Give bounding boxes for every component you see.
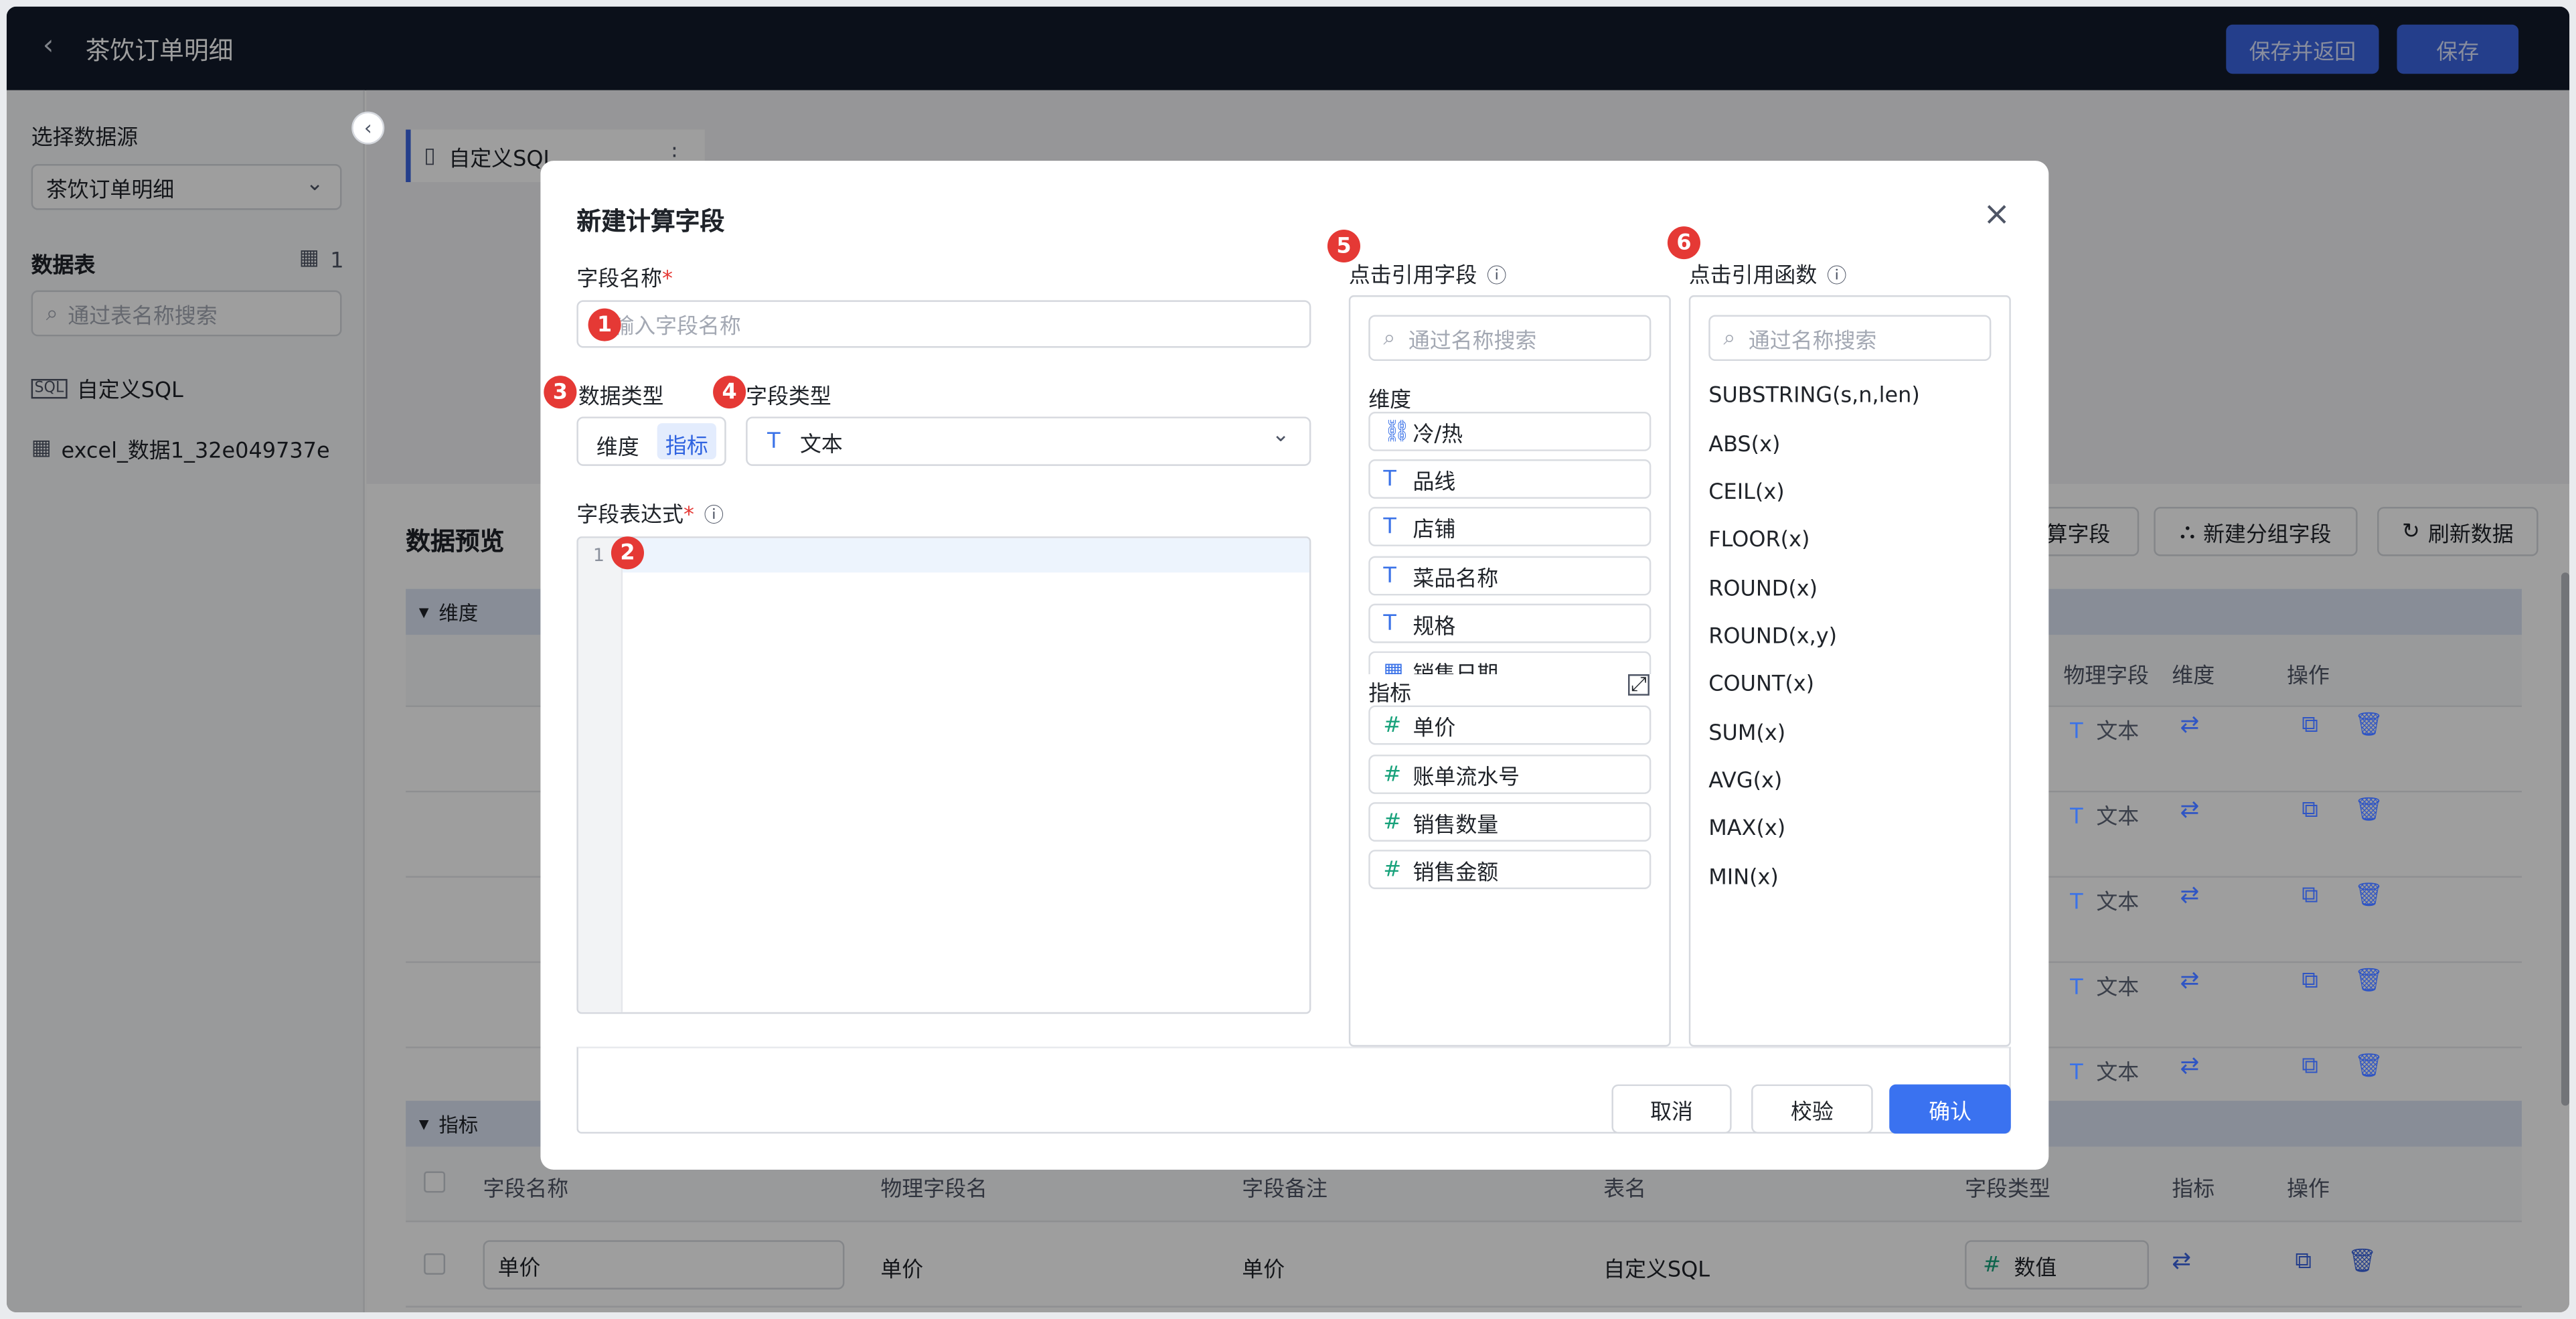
func-item[interactable]: SUBSTRING(s,n,len)	[1708, 384, 1920, 408]
number-icon: #	[1383, 762, 1402, 787]
expr-label: 字段表达式* ⓘ	[576, 503, 724, 528]
func-item[interactable]: ROUND(x)	[1708, 577, 1818, 602]
step-badge-5: 5	[1327, 230, 1360, 263]
field-name-label: 字段名称*	[576, 267, 673, 293]
ref-field-sales-date-clip: ▦ 销售日期	[1368, 651, 1652, 675]
ref-fields-search[interactable]: ⌕ 通过名称搜索	[1368, 315, 1652, 362]
expression-editor[interactable]: 1	[576, 536, 1311, 1014]
data-type-option-metric[interactable]: 指标	[657, 423, 717, 460]
number-icon: #	[1383, 712, 1402, 738]
expand-icon[interactable]: ⤢	[1628, 674, 1649, 696]
field-type-label: 字段类型	[746, 385, 831, 410]
ref-field-unit-price[interactable]: # 单价	[1368, 705, 1652, 745]
ref-field-label: 账单流水号	[1413, 765, 1520, 790]
ref-field-store[interactable]: T 店铺	[1368, 507, 1652, 546]
text-type-icon: T	[1383, 467, 1396, 491]
ref-field-product-line[interactable]: T 品线	[1368, 459, 1652, 499]
editor-gutter	[578, 538, 623, 1012]
info-icon[interactable]: ⓘ	[704, 503, 724, 526]
data-type-toggle: 维度 指标	[576, 416, 726, 466]
cancel-button[interactable]: 取消	[1611, 1084, 1732, 1134]
func-item[interactable]: CEIL(x)	[1708, 481, 1784, 506]
func-item[interactable]: AVG(x)	[1708, 769, 1782, 794]
text-type-icon: T	[1383, 611, 1396, 636]
close-icon[interactable]: ×	[1983, 193, 2010, 233]
confirm-button[interactable]: 确认	[1889, 1084, 2011, 1134]
link-icon: ⛓	[1383, 419, 1411, 444]
field-type-value: 文本	[800, 432, 843, 457]
ref-field-label: 规格	[1413, 614, 1456, 639]
ref-field-label: 冷/热	[1413, 422, 1463, 447]
validate-button[interactable]: 校验	[1751, 1084, 1873, 1134]
ref-field-sales-amount[interactable]: # 销售金额	[1368, 850, 1652, 890]
calendar-icon: ▦	[1383, 658, 1404, 675]
app-window: ‹ 茶饮订单明细 保存并返回 保存 选择数据源 茶饮订单明细 ⌄ 数据表 ▦ 1…	[6, 6, 2570, 1313]
metric-group-label: 指标	[1368, 682, 1412, 708]
step-badge-6: 6	[1667, 226, 1700, 260]
active-line	[623, 538, 1309, 573]
data-type-option-dim[interactable]: 维度	[596, 430, 639, 461]
ref-fields-panel: ⌕ 通过名称搜索 维度 ⛓ 冷/热 T 品线 T 店铺 T 菜品名称 T 规格 ▦ 销售日期 …	[1348, 295, 1671, 1047]
func-item[interactable]: SUM(x)	[1708, 722, 1785, 747]
dim-rows-visible	[1792, 622, 2162, 1049]
step-badge-3: 3	[544, 376, 577, 409]
ref-field-sales-qty[interactable]: # 销售数量	[1368, 802, 1652, 842]
ref-fields-label: 点击引用字段 ⓘ	[1349, 258, 1507, 289]
ref-field-label: 销售数量	[1413, 813, 1499, 838]
ref-field-label: 菜品名称	[1413, 566, 1499, 592]
ref-funcs-search[interactable]: ⌕ 通过名称搜索	[1708, 315, 1992, 362]
ref-fields-label-text: 点击引用字段	[1348, 264, 1477, 289]
text-type-icon: T	[1383, 563, 1396, 589]
text-type-icon: T	[1383, 514, 1396, 539]
func-item[interactable]: FLOOR(x)	[1708, 528, 1809, 553]
search-icon: ⌕	[1723, 325, 1736, 351]
ref-funcs-label: 点击引用函数 ⓘ	[1689, 258, 1847, 289]
ref-field-spec[interactable]: T 规格	[1368, 603, 1652, 643]
ref-field-hot-cold[interactable]: ⛓ 冷/热	[1368, 412, 1652, 451]
ref-field-label: 店铺	[1413, 518, 1456, 542]
line-number: 1	[592, 544, 605, 566]
ref-field-label: 销售金额	[1413, 860, 1499, 885]
func-item[interactable]: ABS(x)	[1708, 433, 1780, 458]
ref-field-label: 单价	[1413, 716, 1456, 741]
search-icon: ⌕	[1383, 325, 1396, 351]
step-badge-2: 2	[611, 536, 645, 570]
ref-fields-search-placeholder: 通过名称搜索	[1408, 329, 1537, 354]
field-name-input[interactable]: 请输入字段名称	[576, 300, 1311, 348]
dialog-title: 新建计算字段	[576, 206, 725, 236]
text-type-icon: T	[767, 429, 781, 454]
ref-field-dish-name[interactable]: T 菜品名称	[1368, 556, 1652, 596]
step-badge-4: 4	[713, 376, 746, 409]
ref-field-bill-no[interactable]: # 账单流水号	[1368, 755, 1652, 794]
ref-field-label: 销售日期	[1413, 662, 1499, 675]
field-type-select[interactable]: T 文本 ⌄	[746, 416, 1311, 466]
collapse-sidebar-icon[interactable]: ‹	[351, 111, 385, 145]
number-icon: #	[1383, 809, 1402, 834]
ref-field-sales-date[interactable]: ▦ 销售日期	[1368, 651, 1652, 675]
func-item[interactable]: MAX(x)	[1708, 817, 1785, 842]
dim-row-group	[1792, 622, 2162, 1049]
step-badge-1: 1	[588, 308, 621, 341]
info-icon[interactable]: ⓘ	[1827, 264, 1846, 287]
expr-label-text: 字段表达式	[576, 503, 683, 528]
ref-funcs-search-placeholder: 通过名称搜索	[1748, 329, 1877, 354]
field-name-label-text: 字段名称	[576, 267, 663, 293]
info-icon[interactable]: ⓘ	[1487, 264, 1506, 287]
ref-field-label: 品线	[1413, 469, 1456, 495]
chevron-down-icon: ⌄	[1271, 423, 1290, 448]
dim-group-label: 维度	[1368, 388, 1412, 414]
func-item[interactable]: MIN(x)	[1708, 866, 1779, 891]
number-icon: #	[1383, 857, 1402, 882]
ref-funcs-label-text: 点击引用函数	[1688, 264, 1818, 289]
data-type-label: 数据类型	[578, 385, 664, 410]
